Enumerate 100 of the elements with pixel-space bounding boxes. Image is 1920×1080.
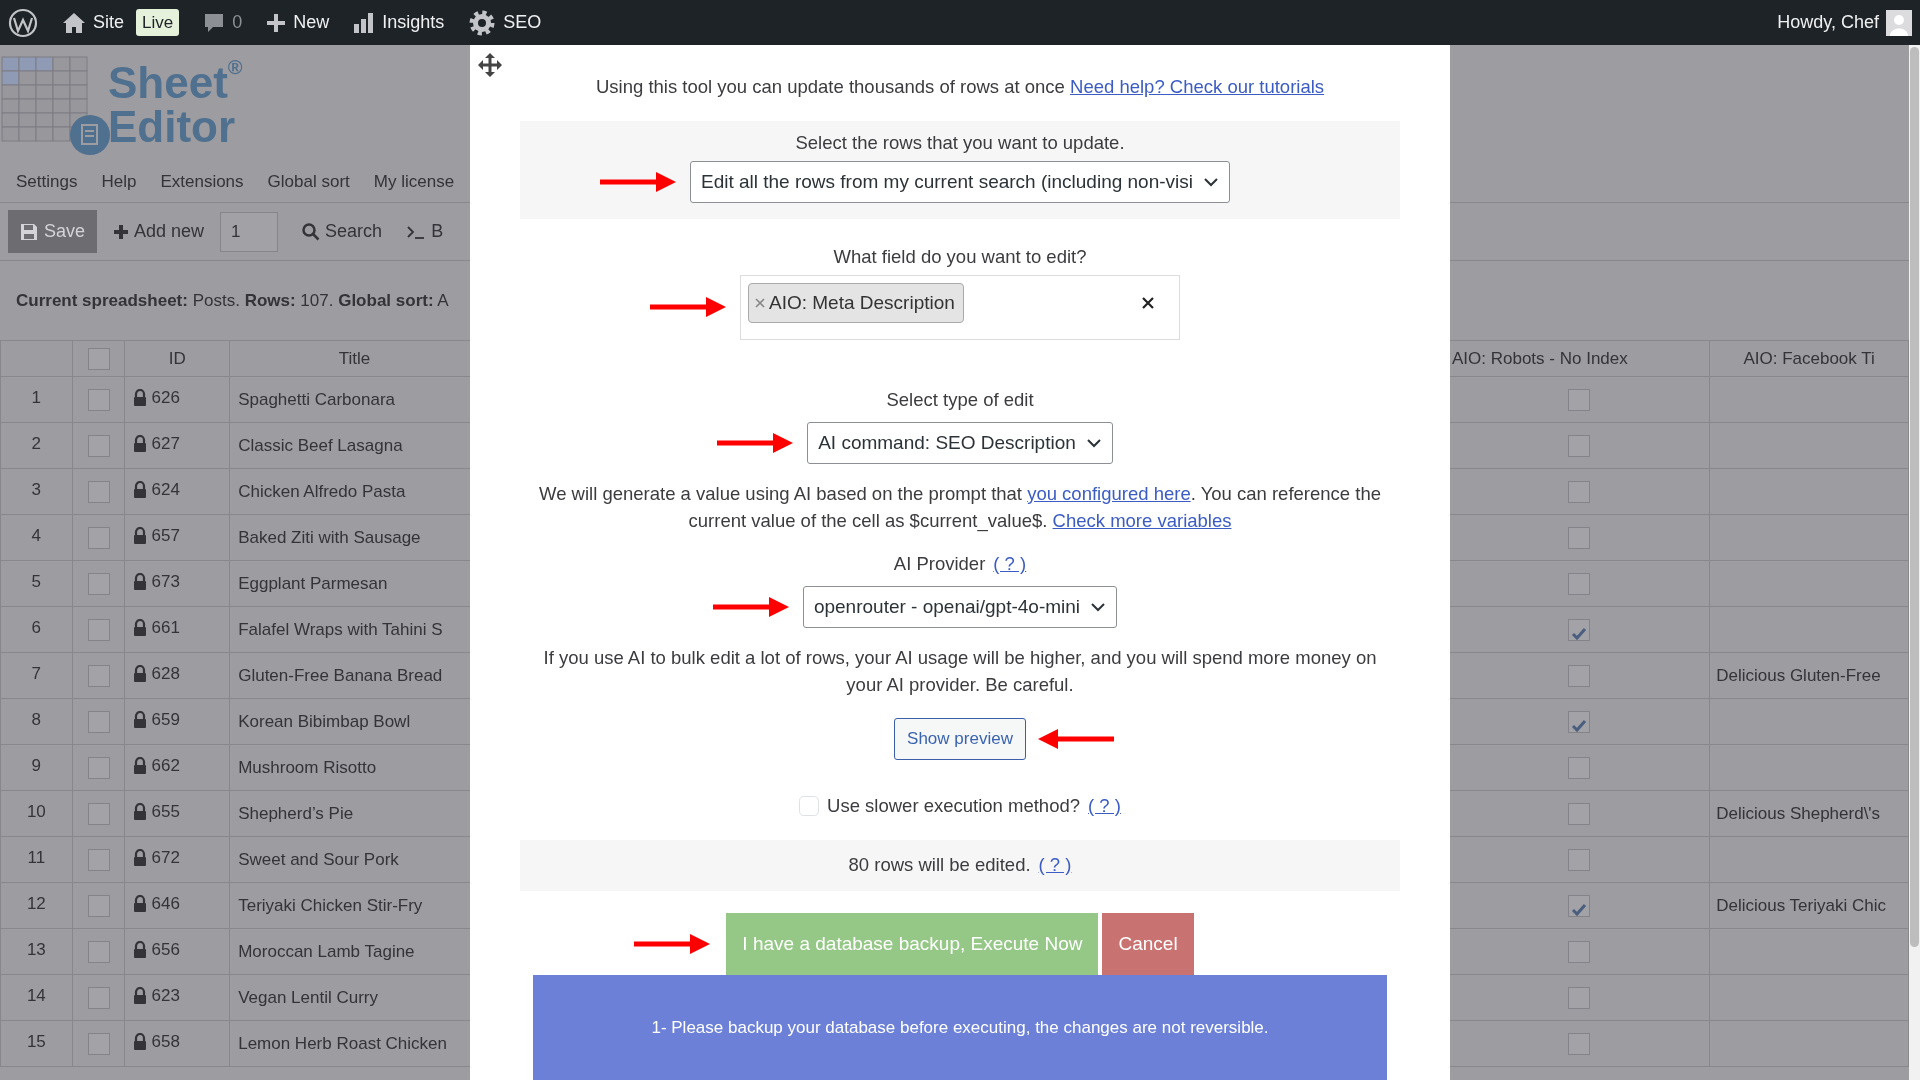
toolbar-link[interactable]: 0 [203,9,243,36]
logo-icon[interactable] [8,7,38,38]
table-cell-text: 659 [151,708,180,731]
provider-dropdown[interactable]: openrouter - openai/gpt-4o-mini [802,585,1118,629]
rows-dropdown[interactable]: Edit all the rows from my current search (including non-visi [689,160,1231,203]
checkbox[interactable] [1567,435,1590,458]
save-icon [20,222,38,241]
column-header[interactable]: ID [168,348,186,368]
checkbox[interactable] [1567,987,1590,1010]
search-button[interactable]: Search [302,218,383,245]
search-icon [302,222,321,241]
toolbar-link[interactable]: Site [62,9,125,36]
clear-icon[interactable] [1142,296,1154,309]
checkbox[interactable] [1567,849,1590,872]
save-button[interactable]: Save [8,210,98,253]
table-cell-text: 646 [151,892,180,915]
table-cell: Chicken Alfredo Pasta [238,481,406,501]
checkbox[interactable] [87,573,110,596]
menu-item[interactable]: Global sort [267,168,350,194]
row-number: 3 [31,480,42,499]
checkbox[interactable] [1567,711,1590,734]
toolbar-button[interactable]: B [406,218,444,245]
status-badge: Live [136,8,180,37]
checkbox[interactable] [87,987,110,1010]
field-select[interactable]: AIO: Meta Description [740,274,1180,340]
column-header[interactable]: Title [338,348,371,368]
menu-item[interactable]: Help [101,168,137,194]
menu-item[interactable]: Settings [16,168,78,194]
checkbox[interactable] [87,619,110,642]
help-link[interactable]: ( ? ) [1088,791,1121,820]
row-number: 9 [31,756,42,775]
bar-chart-icon [353,11,376,34]
checkbox[interactable] [1567,941,1590,964]
row-number: 6 [31,618,42,637]
checkbox[interactable] [87,941,110,964]
help-link[interactable]: Need help? Check our tutorials [1070,76,1325,97]
avatar-icon [1886,9,1912,36]
checkbox[interactable] [1567,895,1590,918]
gear-icon [468,8,497,37]
row-number: 10 [26,802,46,821]
table-cell-text: 656 [151,938,180,961]
row-number: 8 [31,710,42,729]
row-number: 4 [31,526,42,545]
field-label: Select type of edit [886,388,1034,410]
menu-item[interactable]: Extensions [160,168,244,194]
checkbox[interactable] [1567,527,1590,550]
help-link[interactable]: ( ? ) [1038,851,1072,880]
row-number: 1 [31,388,42,407]
toolbar-link[interactable]: New [266,9,330,36]
checkbox[interactable] [87,527,110,550]
link[interactable]: Check more variables [1052,510,1232,531]
checkbox[interactable] [87,435,110,458]
row-number: 2 [31,434,42,453]
checkbox[interactable] [1567,619,1590,642]
table-cell-text: 673 [151,570,180,593]
row-number: 13 [26,940,46,959]
checkbox[interactable] [87,481,110,504]
table-cell-text: 672 [151,846,180,869]
link[interactable]: you configured here [1027,483,1191,504]
warning-text: 1- Please backup your database before executing, the changes are not reversible. [651,1017,1269,1040]
checkbox[interactable] [1567,757,1590,780]
checkbox[interactable] [1567,481,1590,504]
checkbox[interactable] [87,711,110,734]
checkbox[interactable] [1567,1033,1590,1056]
table-cell-text: 662 [151,754,180,777]
table-cell: Spaghetti Carbonara [238,389,396,409]
edit-type-dropdown[interactable]: AI command: SEO Description [807,421,1113,464]
remove-icon[interactable] [755,298,765,308]
checkbox[interactable] [87,348,110,371]
move-icon[interactable] [478,53,502,77]
count-text: 80 rows will be edited. [848,853,1031,878]
checkbox[interactable] [1567,389,1590,412]
preview-button[interactable]: Show preview [894,718,1026,760]
checkbox[interactable] [87,757,110,780]
toolbar-link[interactable]: Insights [353,9,445,36]
table-cell: Falafel Wraps with Tahini S [238,619,443,639]
chevron-icon [1085,437,1102,448]
checkbox[interactable] [1567,573,1590,596]
checkbox[interactable] [87,803,110,826]
checkbox[interactable] [87,849,110,872]
table-cell: Gluten-Free Banana Bread [238,665,443,685]
table-cell-text: 627 [151,432,180,455]
cancel-button[interactable]: Cancel [1102,913,1194,976]
checkbox[interactable] [1567,803,1590,826]
help-link[interactable]: ( ? ) [993,550,1027,578]
table-cell: Vegan Lentil Curry [238,987,379,1007]
add-new-button[interactable]: Add new [113,218,205,245]
checkbox[interactable] [87,665,110,688]
count-field[interactable]: 1 [220,211,279,252]
field-tag[interactable]: AIO: Meta Description [748,282,964,324]
toolbar-link[interactable]: SEO [468,8,542,37]
user-menu[interactable]: Howdy, Chef [1777,9,1912,36]
table-cell-text: 655 [151,800,180,823]
checkbox[interactable] [87,389,110,412]
checkbox[interactable] [1567,665,1590,688]
checkbox[interactable] [87,895,110,918]
table-cell: Shepherd’s Pie [238,803,354,823]
checkbox[interactable] [87,1033,110,1056]
scrollbar[interactable] [1909,45,1920,1080]
menu-item[interactable]: My license [373,168,455,194]
